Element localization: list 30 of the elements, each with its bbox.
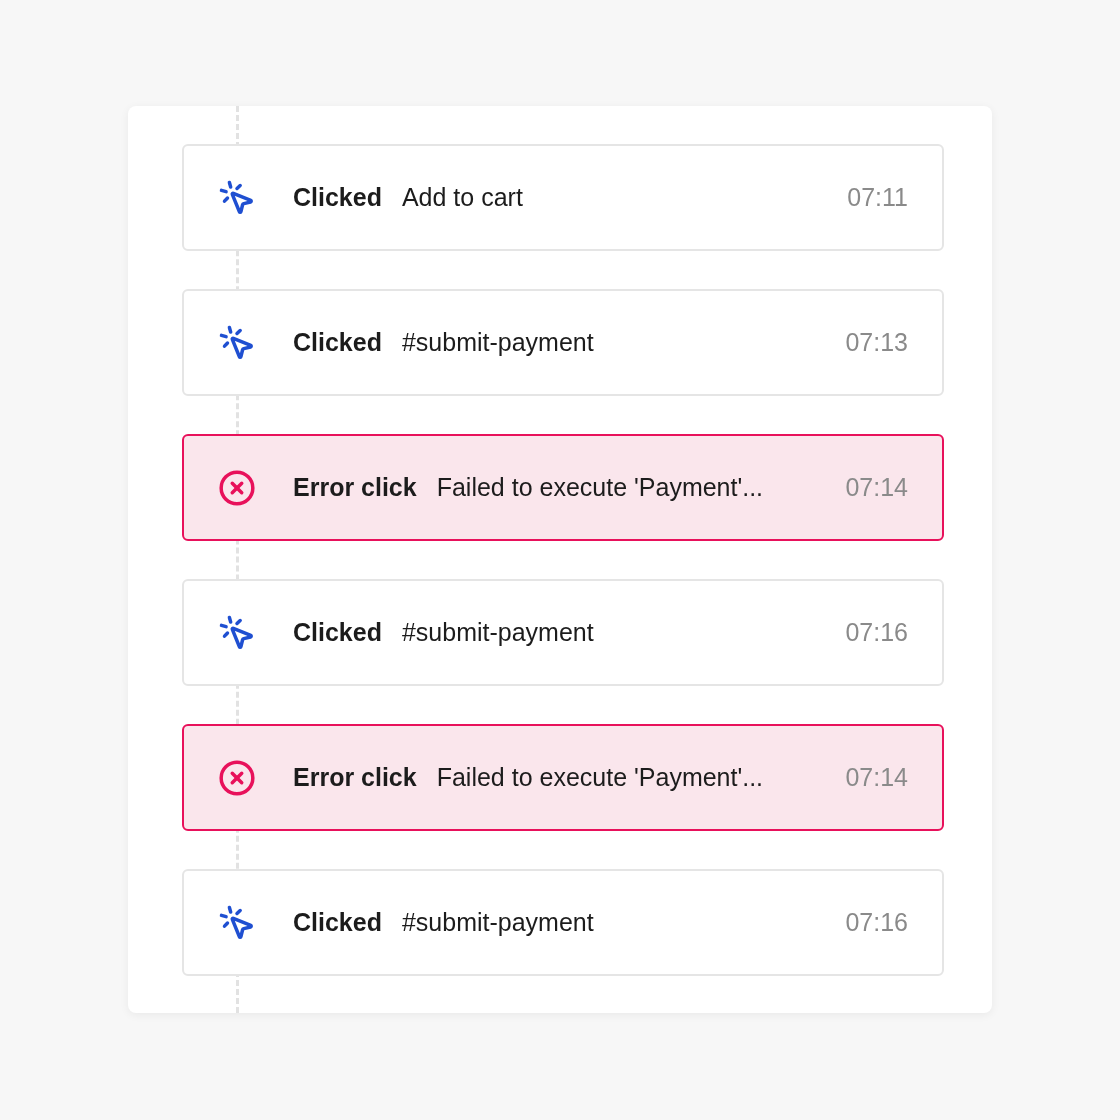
- event-time: 07:14: [845, 763, 908, 792]
- event-target: Failed to execute 'Payment'...: [436, 473, 765, 502]
- event-action: Error click: [293, 763, 417, 792]
- error-icon: [218, 758, 256, 797]
- cursor-click-icon: [218, 903, 256, 942]
- event-time: 07:16: [845, 618, 908, 647]
- click-event-row[interactable]: Clicked Add to cart 07:11: [182, 144, 944, 251]
- event-target: #submit-payment: [401, 618, 595, 647]
- error-icon: [218, 468, 256, 507]
- error-event-row[interactable]: Error click Failed to execute 'Payment'... 07:14: [182, 434, 944, 541]
- event-time: 07:14: [845, 473, 908, 502]
- cursor-click-icon: [218, 613, 256, 652]
- click-event-row[interactable]: Clicked #submit-payment 07:16: [182, 869, 944, 976]
- event-time: 07:11: [847, 183, 908, 212]
- event-time: 07:16: [845, 908, 908, 937]
- click-event-row[interactable]: Clicked #submit-payment 07:13: [182, 289, 944, 396]
- event-time: 07:13: [845, 328, 908, 357]
- event-target: #submit-payment: [401, 328, 595, 357]
- event-target: Add to cart: [401, 183, 524, 212]
- event-action: Clicked: [293, 328, 382, 357]
- event-action: Error click: [293, 473, 417, 502]
- event-action: Clicked: [293, 618, 382, 647]
- event-target: Failed to execute 'Payment'...: [436, 763, 765, 792]
- click-event-row[interactable]: Clicked #submit-payment 07:16: [182, 579, 944, 686]
- cursor-click-icon: [218, 323, 256, 362]
- error-event-row[interactable]: Error click Failed to execute 'Payment'... 07:14: [182, 724, 944, 831]
- event-target: #submit-payment: [401, 908, 595, 937]
- event-action: Clicked: [293, 908, 382, 937]
- cursor-click-icon: [218, 178, 256, 217]
- event-action: Clicked: [293, 183, 382, 212]
